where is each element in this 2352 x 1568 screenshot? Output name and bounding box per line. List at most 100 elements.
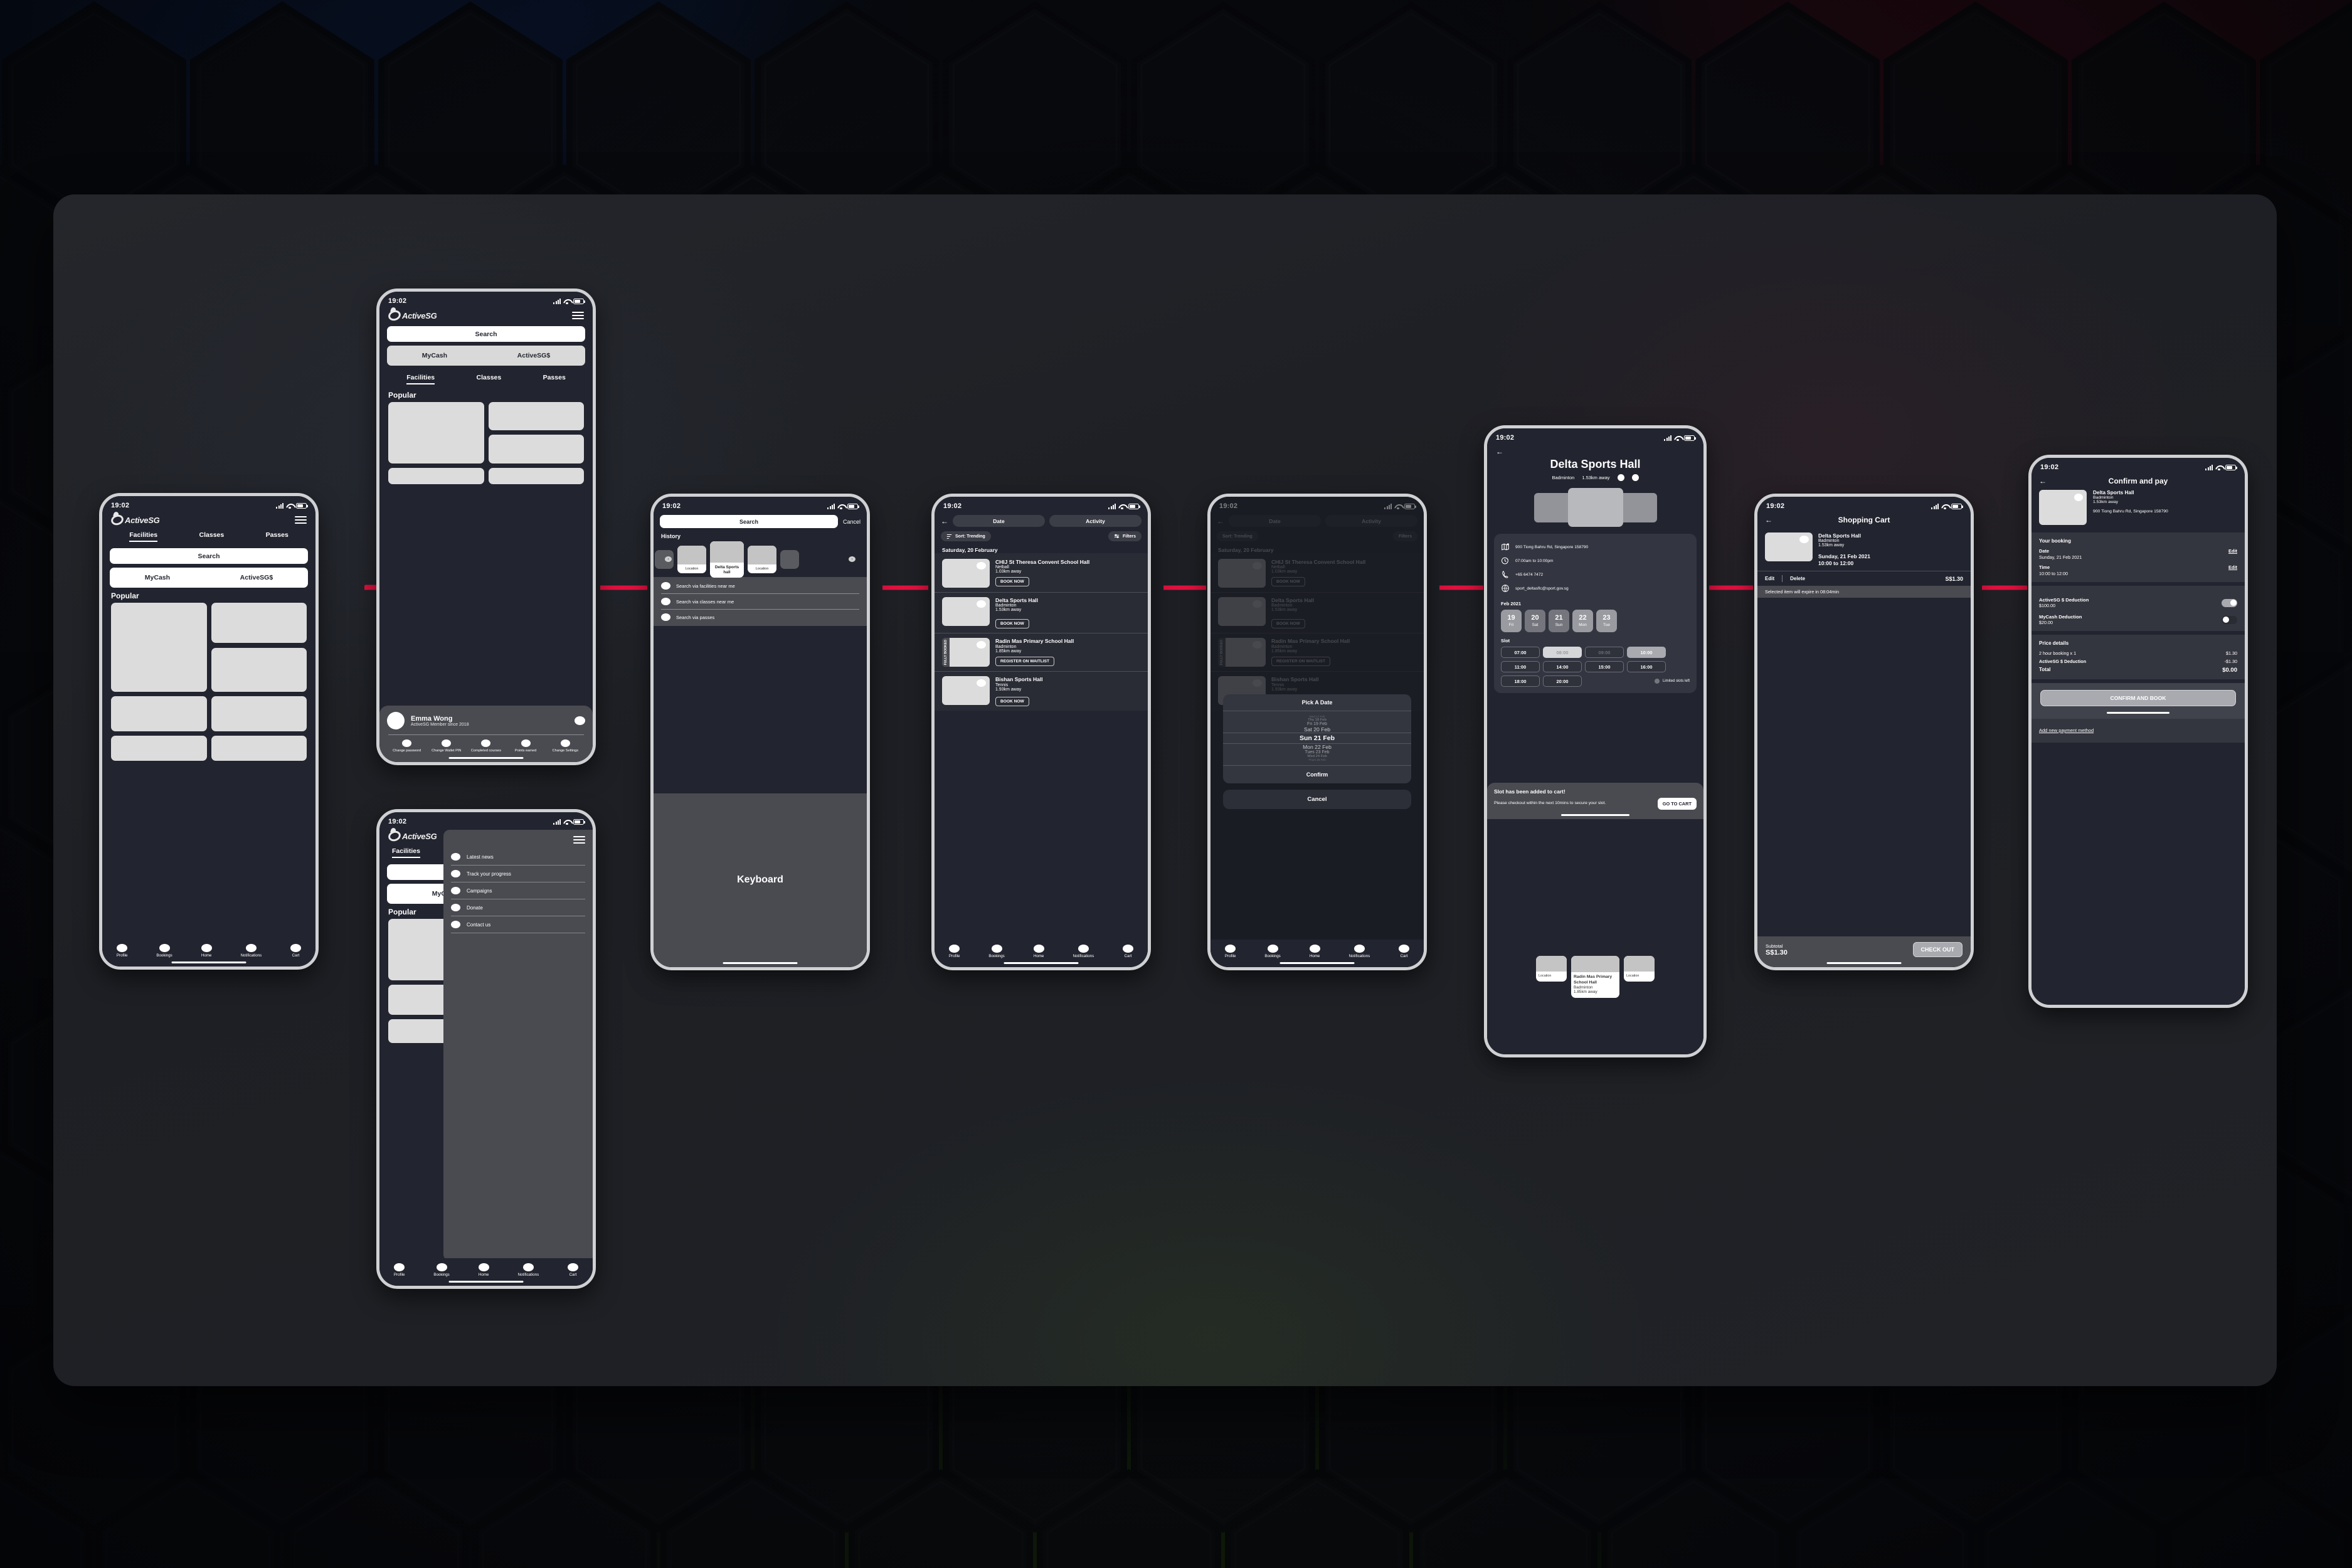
menu-item-contact-us[interactable]: Contact us — [451, 916, 585, 933]
hamburger-menu-icon[interactable] — [295, 516, 307, 524]
edit-time-link[interactable]: Edit — [2228, 564, 2237, 570]
delete-button[interactable]: Delete — [1790, 576, 1805, 581]
filter-activity-button[interactable]: Activity — [1049, 515, 1142, 527]
search-input[interactable]: Search — [387, 326, 585, 342]
favourite-icon[interactable] — [977, 600, 986, 608]
table-row[interactable]: Delta Sports Hall Badminton 1.53km away … — [935, 593, 1148, 634]
nav-notifications[interactable]: Notifications — [240, 943, 262, 958]
edit-profile-icon[interactable] — [575, 716, 585, 726]
menu-item-latest-news[interactable]: Latest news — [451, 849, 585, 866]
wallet-activesg-label[interactable]: ActiveSG$ — [517, 352, 551, 359]
option-facilities-near-me[interactable]: Search via facilities near me — [661, 578, 859, 594]
book-now-button[interactable]: BOOK NOW — [995, 696, 1029, 706]
favourite-icon[interactable] — [1799, 536, 1809, 543]
favourite-icon[interactable] — [1631, 474, 1639, 481]
popular-tile[interactable] — [211, 736, 307, 761]
date-option[interactable]: Sat 20 Feb — [1223, 726, 1411, 733]
date-option[interactable]: Mon 22 Feb — [1223, 744, 1411, 750]
favourite-icon[interactable] — [977, 641, 986, 649]
date-cell-selected[interactable]: 21 Sun — [1549, 610, 1569, 632]
date-cell[interactable]: 20 Sat — [1525, 610, 1545, 632]
add-payment-link[interactable]: Add new payment method — [2039, 728, 2094, 733]
action-change-password[interactable]: Change password — [388, 739, 425, 753]
back-arrow-icon[interactable]: ← — [1496, 448, 1695, 455]
option-classes-near-me[interactable]: Search via classes near me — [661, 594, 859, 610]
checkout-button[interactable]: CHECK OUT — [1912, 942, 1963, 957]
popular-tile[interactable] — [388, 1019, 452, 1043]
hamburger-menu-icon[interactable] — [572, 312, 584, 319]
popular-tile[interactable] — [388, 402, 484, 464]
keyboard[interactable]: Keyboard — [654, 793, 867, 967]
date-option[interactable]: Thurs 25 Feb — [1223, 758, 1411, 761]
filter-date-button[interactable]: Date — [953, 515, 1045, 527]
action-completed-courses[interactable]: Completed courses — [467, 739, 504, 753]
nav-profile[interactable]: Profile — [949, 944, 960, 958]
table-row[interactable]: CHIJ St Theresa Convent School Hall Netb… — [935, 554, 1148, 593]
nav-notifications[interactable]: Notifications — [517, 1263, 539, 1277]
history-carousel[interactable]: Location Delta Sports hall Location — [654, 541, 867, 578]
date-cell[interactable]: 19 Fri — [1501, 610, 1522, 632]
popular-tile[interactable] — [111, 736, 207, 761]
confirm-button[interactable]: Confirm — [1223, 765, 1411, 783]
nav-home[interactable]: Home — [478, 1263, 489, 1277]
nav-cart[interactable]: Cart — [290, 943, 302, 958]
table-row[interactable]: Bishan Sports Hall Tennis 1.93km away BO… — [935, 672, 1148, 710]
nearby-card-center[interactable]: Radin Mas Primary School Hall Badminton 1.… — [1571, 956, 1619, 998]
tab-passes[interactable]: Passes — [266, 531, 289, 542]
nearby-card[interactable]: Location — [1624, 956, 1655, 982]
carousel-prev-icon[interactable]: ‹ — [665, 556, 672, 562]
slot-button[interactable]: 16:00 — [1627, 661, 1666, 672]
date-option[interactable]: Tues 23 Feb — [1223, 750, 1411, 755]
popular-tile[interactable] — [488, 435, 584, 464]
action-change-wallet-pin[interactable]: Change Wallet PIN — [428, 739, 465, 753]
slot-button[interactable]: 14:00 — [1543, 661, 1582, 672]
menu-item-track-progress[interactable]: Track your progress — [451, 866, 585, 882]
nav-bookings[interactable]: Bookings — [156, 943, 172, 958]
filters-chip[interactable]: Filters — [1108, 531, 1142, 541]
wallet-bar[interactable]: MyCash ActiveSG$ — [110, 568, 308, 588]
nav-bookings[interactable]: Bookings — [1264, 944, 1281, 958]
favourite-icon[interactable] — [2074, 494, 2083, 501]
sheet-handle[interactable] — [2107, 712, 2169, 714]
back-arrow-icon[interactable]: ← — [941, 517, 948, 525]
mycash-toggle[interactable] — [2222, 615, 2237, 624]
nav-home[interactable]: Home — [1309, 944, 1320, 958]
history-card-edge[interactable] — [780, 550, 799, 569]
tab-facilities[interactable]: Facilities — [129, 531, 158, 542]
register-waitlist-button[interactable]: REGISTER ON WAITLIST — [995, 656, 1055, 666]
slot-button[interactable]: 08:00 — [1543, 647, 1582, 658]
popular-tile[interactable] — [488, 402, 584, 430]
nearby-carousel[interactable]: Location Radin Mas Primary School Hall Ba… — [1487, 956, 1703, 998]
slot-button-selected[interactable]: 10:00 — [1627, 647, 1666, 658]
sheet-handle[interactable] — [1560, 814, 1630, 816]
action-points-earned[interactable]: Points earned — [507, 739, 544, 753]
popular-tile[interactable] — [211, 603, 307, 643]
book-now-button[interactable]: BOOK NOW — [995, 577, 1029, 587]
book-now-button[interactable]: BOOK NOW — [995, 619, 1029, 629]
popular-tile[interactable] — [111, 696, 207, 731]
favourite-icon[interactable] — [977, 562, 986, 569]
slot-button[interactable]: 11:00 — [1501, 661, 1540, 672]
nav-cart[interactable]: Cart — [1123, 944, 1134, 958]
slot-button[interactable]: 15:00 — [1585, 661, 1624, 672]
tab-classes[interactable]: Classes — [199, 531, 225, 542]
tab-passes[interactable]: Passes — [543, 374, 566, 384]
nav-cart[interactable]: Cart — [1399, 944, 1410, 958]
nav-home[interactable]: Home — [201, 943, 212, 958]
cancel-button[interactable]: Cancel — [1223, 790, 1411, 809]
nav-notifications[interactable]: Notifications — [1348, 944, 1370, 958]
history-card[interactable]: Location — [677, 545, 706, 574]
sort-chip[interactable]: Sort: Trending — [941, 531, 991, 541]
wallet-mycash-label[interactable]: MyCash — [145, 574, 170, 581]
slot-button[interactable]: 18:00 — [1501, 675, 1540, 687]
action-change-settings[interactable]: Change Settings — [547, 739, 584, 753]
popular-tile[interactable] — [388, 985, 452, 1015]
facility-gallery[interactable] — [1487, 488, 1703, 527]
menu-item-donate[interactable]: Donate — [451, 899, 585, 916]
nav-home[interactable]: Home — [1033, 944, 1044, 958]
gallery-main-image[interactable] — [1567, 488, 1623, 527]
nav-notifications[interactable]: Notifications — [1073, 944, 1094, 958]
popular-tile[interactable] — [211, 696, 307, 731]
tab-classes[interactable]: Classes — [477, 374, 502, 384]
confirm-and-book-button[interactable]: CONFIRM AND BOOK — [2040, 690, 2236, 706]
